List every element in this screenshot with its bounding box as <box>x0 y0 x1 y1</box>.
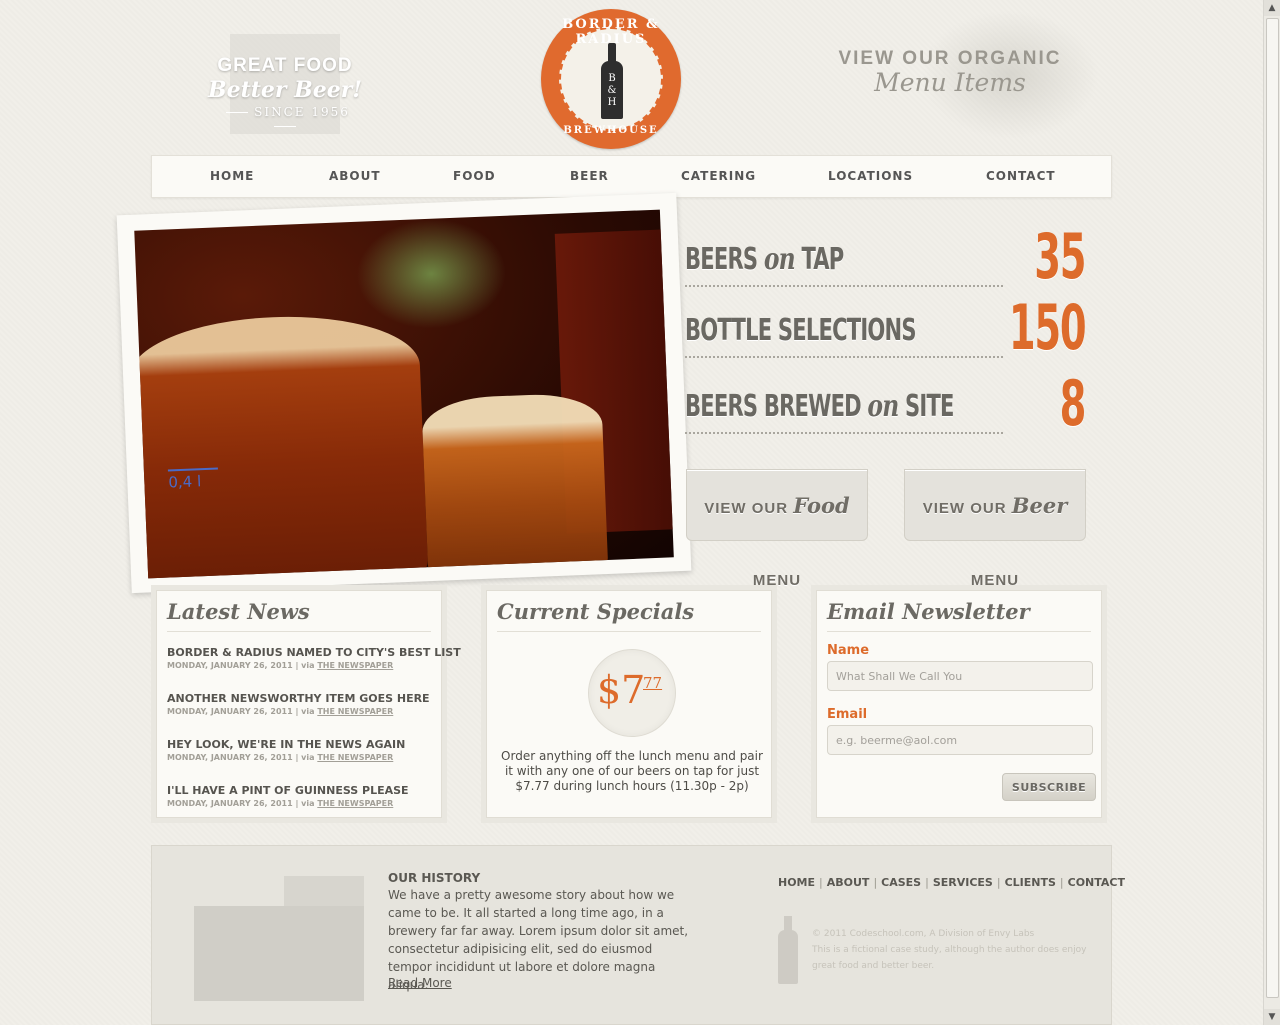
view-beer-menu-button[interactable]: VIEW OUR Beer MENU <box>904 469 1086 589</box>
logo-bottom-text: BREWHOUSE <box>563 125 659 136</box>
news-item-meta: MONDAY, JANUARY 26, 2011 | via THE NEWSP… <box>167 753 394 762</box>
copyright-line2: This is a fictional case study, although… <box>812 945 1087 971</box>
stat-value: 35 <box>1033 220 1086 293</box>
nav-item-about[interactable]: ABOUT <box>329 169 381 183</box>
scrollbar-thumb[interactable] <box>1266 18 1279 998</box>
brand-logo[interactable]: BORDER & RADIUS B & H BREWHOUSE <box>541 9 681 149</box>
email-newsletter-title: Email Newsletter <box>827 599 1030 624</box>
organic-menu-text: VIEW OUR ORGANIC Menu Items <box>830 48 1070 97</box>
footer-nav-services[interactable]: SERVICES <box>933 876 993 889</box>
organic-line2: Menu Items <box>874 68 1026 97</box>
organic-line1: VIEW OUR ORGANIC <box>838 48 1062 69</box>
nav-item-food[interactable]: FOOD <box>453 169 496 183</box>
stat-label: BOTTLE SELECTIONS <box>685 313 917 348</box>
tagline-line1: GREAT FOOD <box>217 55 353 76</box>
current-specials-box: Current Specials $7 77 Order anything of… <box>481 585 777 823</box>
tagline-line2: Better Beer! <box>208 77 362 103</box>
latest-news-box: Latest News BORDER & RADIUS NAMED TO CIT… <box>151 585 461 823</box>
footer-brewhouse-image <box>164 856 379 1006</box>
news-source-link[interactable]: THE NEWSPAPER <box>317 661 393 670</box>
footer-nav-about[interactable]: ABOUT <box>827 876 870 889</box>
news-item: ANOTHER NEWSWORTHY ITEM GOES HERE MONDAY… <box>167 692 447 716</box>
name-field[interactable] <box>827 661 1093 691</box>
nav-item-catering[interactable]: CATERING <box>681 169 756 183</box>
organic-menu-link[interactable]: VIEW OUR ORGANIC Menu Items <box>830 0 1100 150</box>
news-item-title[interactable]: ANOTHER NEWSWORTHY ITEM GOES HERE <box>167 692 447 705</box>
news-source-link[interactable]: THE NEWSPAPER <box>317 707 393 716</box>
header-tagline-block: GREAT FOOD Better Beer! SINCE 1956 <box>160 0 385 150</box>
footer-nav-contact[interactable]: CONTACT <box>1068 876 1125 889</box>
footer: OUR HISTORY We have a pretty awesome sto… <box>151 845 1125 1025</box>
nav-item-home[interactable]: HOME <box>210 169 254 183</box>
nav-item-beer[interactable]: BEER <box>570 169 609 183</box>
stat-label: BEERS BREWED on SITE <box>685 389 954 424</box>
latest-news-title: Latest News <box>167 599 310 624</box>
email-label: Email <box>827 707 868 722</box>
news-item-meta: MONDAY, JANUARY 26, 2011 | via THE NEWSP… <box>167 707 394 716</box>
tagline-since: SINCE 1956 <box>205 105 365 133</box>
history-title: OUR HISTORY <box>388 871 481 885</box>
page: GREAT FOOD Better Beer! SINCE 1956 BORDE… <box>0 0 1264 1025</box>
scroll-up-arrow-icon[interactable]: ▲ <box>1264 0 1280 16</box>
stat-value: 150 <box>1008 291 1086 364</box>
bottle-icon: B & H <box>601 43 623 121</box>
beer-glasses-photo: 0,4 l <box>134 209 674 579</box>
stat-label: BEERS on TAP <box>685 242 844 277</box>
price-badge: $7 77 <box>588 649 676 737</box>
stat-bottle-selections: BOTTLE SELECTIONS 150 <box>685 288 1086 364</box>
news-item-meta: MONDAY, JANUARY 26, 2011 | via THE NEWSP… <box>167 661 394 670</box>
nav-item-contact[interactable]: CONTACT <box>986 169 1056 183</box>
special-description: Order anything off the lunch menu and pa… <box>501 749 763 793</box>
email-field[interactable] <box>827 725 1093 755</box>
read-more-link[interactable]: Read More <box>388 976 452 990</box>
news-source-link[interactable]: THE NEWSPAPER <box>317 799 393 808</box>
footer-nav: HOME | ABOUT | CASES | SERVICES | CLIENTS | CONTAC… <box>778 876 1125 889</box>
footer-nav-clients[interactable]: CLIENTS <box>1005 876 1056 889</box>
photo-frame: 0,4 l <box>116 192 692 594</box>
price-cents: 77 <box>643 674 663 692</box>
stat-value: 8 <box>1059 367 1086 440</box>
news-source-link[interactable]: THE NEWSPAPER <box>317 753 393 762</box>
news-item-title[interactable]: I'LL HAVE A PINT OF GUINNESS PLEASE <box>167 784 447 797</box>
current-specials-title: Current Specials <box>497 599 695 624</box>
beer-glass-right <box>421 392 609 579</box>
copyright: © 2011 Codeschool.com, A Division of Env… <box>812 926 1097 974</box>
vertical-scrollbar[interactable]: ▲ ▼ <box>1263 0 1280 1025</box>
footer-bottle-icon <box>778 916 798 984</box>
main-nav: HOME ABOUT FOOD BEER CATERING LOCATIONS … <box>151 155 1112 198</box>
news-item: I'LL HAVE A PINT OF GUINNESS PLEASE MOND… <box>167 784 447 808</box>
subscribe-button[interactable]: SUBSCRIBE <box>1002 773 1096 801</box>
news-item-meta: MONDAY, JANUARY 26, 2011 | via THE NEWSP… <box>167 799 394 808</box>
scroll-down-arrow-icon[interactable]: ▼ <box>1264 1009 1280 1025</box>
news-item: BORDER & RADIUS NAMED TO CITY'S BEST LIS… <box>167 646 461 670</box>
email-newsletter-box: Email Newsletter Name Email SUBSCRIBE <box>811 585 1107 823</box>
price-dollars: $7 <box>597 668 646 712</box>
tagline-since-text: SINCE 1956 <box>254 105 350 119</box>
nav-item-locations[interactable]: LOCATIONS <box>828 169 913 183</box>
stat-beers-brewed-on-site: BEERS BREWED on SITE 8 <box>685 364 1086 440</box>
logo-bottle-label: B & H <box>607 73 617 108</box>
glass-measure-mark: 0,4 l <box>167 467 219 492</box>
footer-nav-home[interactable]: HOME <box>778 876 815 889</box>
beer-glass-left <box>134 311 429 579</box>
news-item: HEY LOOK, WE'RE IN THE NEWS AGAIN MONDAY… <box>167 738 447 762</box>
news-item-title[interactable]: BORDER & RADIUS NAMED TO CITY'S BEST LIS… <box>167 646 461 659</box>
tagline: GREAT FOOD Better Beer! SINCE 1956 <box>205 55 365 133</box>
stat-beers-on-tap: BEERS on TAP 35 <box>685 217 1086 293</box>
view-food-menu-button[interactable]: VIEW OUR Food MENU <box>686 469 868 589</box>
news-item-title[interactable]: HEY LOOK, WE'RE IN THE NEWS AGAIN <box>167 738 447 751</box>
footer-nav-cases[interactable]: CASES <box>881 876 921 889</box>
copyright-line1: © 2011 Codeschool.com, A Division of Env… <box>812 929 1035 939</box>
name-label: Name <box>827 643 870 658</box>
